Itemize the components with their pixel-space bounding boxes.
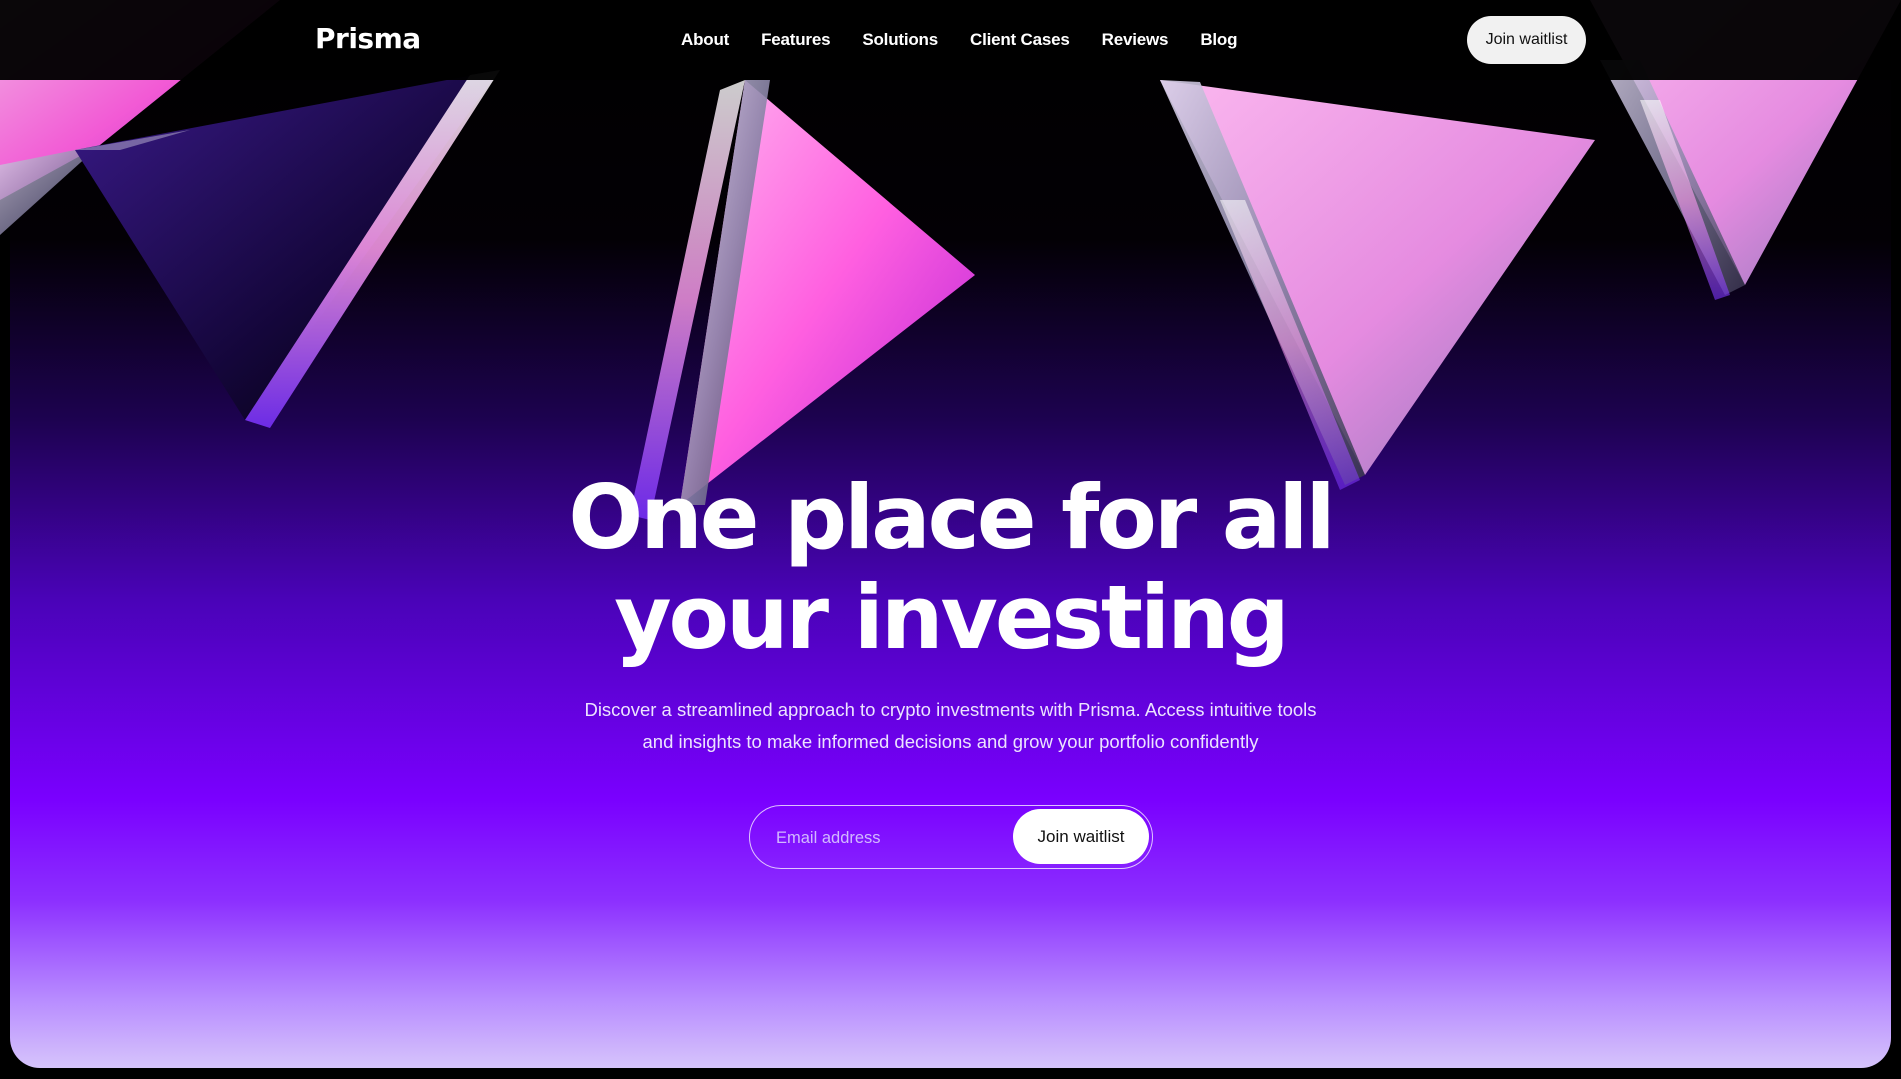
email-input[interactable] (774, 820, 998, 856)
nav-links: About Features Solutions Client Cases Re… (681, 30, 1237, 50)
hero-headline-line-2: your investing (614, 566, 1290, 669)
hero-subtitle-line-1: Discover a streamlined approach to crypt… (584, 699, 1317, 720)
nav-join-waitlist-button[interactable]: Join waitlist (1467, 16, 1586, 64)
nav-link-about[interactable]: About (681, 30, 729, 50)
hero-headline-line-1: One place for all (568, 466, 1335, 569)
nav-link-blog[interactable]: Blog (1200, 30, 1237, 50)
waitlist-form: Join waitlist (749, 805, 1153, 869)
hero-subtitle: Discover a streamlined approach to crypt… (0, 694, 1901, 758)
hero-headline: One place for all your investing (0, 468, 1901, 668)
nav-link-solutions[interactable]: Solutions (862, 30, 938, 50)
join-waitlist-button[interactable]: Join waitlist (1013, 809, 1149, 864)
nav-link-features[interactable]: Features (761, 30, 830, 50)
nav-link-client-cases[interactable]: Client Cases (970, 30, 1070, 50)
hero-subtitle-line-2: and insights to make informed decisions … (642, 731, 1259, 752)
brand-logo[interactable]: Prisma (315, 22, 421, 55)
nav-link-reviews[interactable]: Reviews (1102, 30, 1169, 50)
top-navigation: Prisma About Features Solutions Client C… (0, 0, 1901, 80)
landing-page: Prisma About Features Solutions Client C… (0, 0, 1901, 1079)
